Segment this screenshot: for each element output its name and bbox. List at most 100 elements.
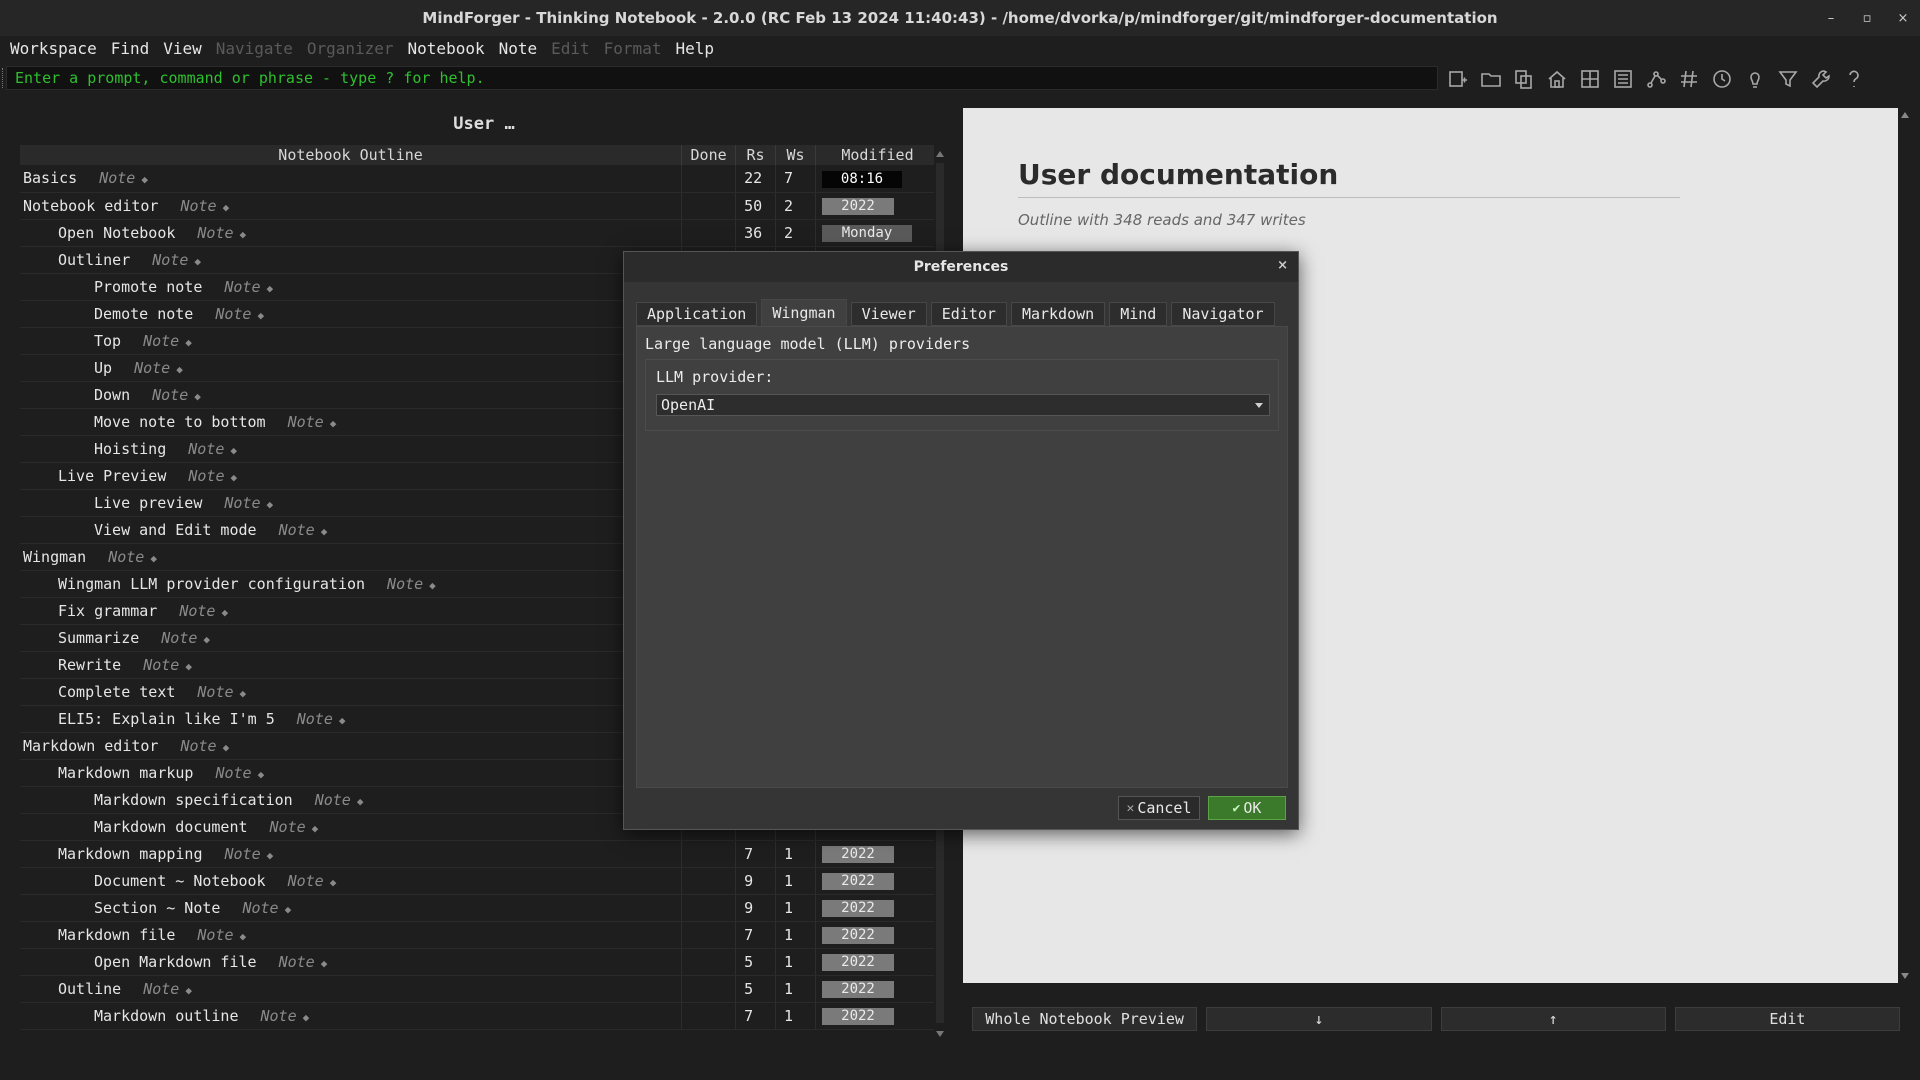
toolbar-grip[interactable] [2,68,5,88]
note-title-cell[interactable]: Markdown file Note ◆ [20,921,683,949]
table-row[interactable]: Markdown mapping Note ◆ 7 1 2022 [20,840,940,868]
home-icon[interactable] [1545,67,1569,91]
note-title-cell[interactable]: Live Preview Note ◆ [20,462,683,490]
table-row[interactable]: Open Notebook Note ◆ 36 2 Monday [20,219,940,247]
note-title-cell[interactable]: Markdown markup Note ◆ [20,759,683,787]
table-row[interactable]: Notebook editor Note ◆ 50 2 2022 [20,192,940,220]
note-title-cell[interactable]: Markdown mapping Note ◆ [20,840,683,868]
tab-mind[interactable]: Mind [1109,302,1168,326]
tab-application[interactable]: Application [636,302,758,326]
note-title-cell[interactable]: Document ~ Notebook Note ◆ [20,867,683,895]
table-row[interactable]: Document ~ Notebook Note ◆ 9 1 2022 [20,867,940,895]
note-title: Document ~ Notebook [94,871,266,890]
note-title-cell[interactable]: Outline Note ◆ [20,975,683,1003]
note-title-cell[interactable]: Up Note ◆ [20,354,683,382]
note-title-cell[interactable]: Notebook editor Note ◆ [20,192,683,220]
scroll-down-icon[interactable] [1901,973,1909,979]
note-title-cell[interactable]: Markdown outline Note ◆ [20,1002,683,1030]
note-title-cell[interactable]: Open Markdown file Note ◆ [20,948,683,976]
close-icon[interactable]: × [1277,258,1288,273]
table-row[interactable]: Basics Note ◆ 22 7 08:16 [20,165,940,193]
column-header-outline[interactable]: Notebook Outline [20,145,683,165]
note-title-cell[interactable]: Wingman Note ◆ [20,543,683,571]
note-title: Move note to bottom [94,412,266,431]
menu-find[interactable]: Find [111,39,150,58]
table-row[interactable]: Open Markdown file Note ◆ 5 1 2022 [20,948,940,976]
note-title-cell[interactable]: Hoisting Note ◆ [20,435,683,463]
grid-icon[interactable] [1578,67,1602,91]
column-header-done[interactable]: Done [681,145,737,165]
note-title-cell[interactable]: Wingman LLM provider configuration Note ◆ [20,570,683,598]
note-title-cell[interactable]: Rewrite Note ◆ [20,651,683,679]
copy-notebooks-icon[interactable] [1512,67,1536,91]
note-title-cell[interactable]: Markdown document Note ◆ [20,813,683,841]
new-note-icon[interactable] [1446,67,1470,91]
note-title-cell[interactable]: Section ~ Note Note ◆ [20,894,683,922]
help-icon[interactable] [1842,67,1866,91]
scroll-up-icon[interactable] [1901,112,1909,118]
note-title-cell[interactable]: ELI5: Explain like I'm 5 Note ◆ [20,705,683,733]
note-title-cell[interactable]: Markdown specification Note ◆ [20,786,683,814]
writes-cell: 1 [775,921,816,949]
column-header-modified[interactable]: Modified [815,145,940,165]
note-title-cell[interactable]: Demote note Note ◆ [20,300,683,328]
note-title-cell[interactable]: Down Note ◆ [20,381,683,409]
menu-view[interactable]: View [163,39,202,58]
cancel-button[interactable]: ✕ Cancel [1118,796,1200,820]
scroll-up-icon[interactable] [936,151,944,157]
list-icon[interactable] [1611,67,1635,91]
note-type-label: Note [215,304,252,323]
table-row[interactable]: Markdown file Note ◆ 7 1 2022 [20,921,940,949]
minimize-icon[interactable]: – [1824,11,1838,26]
note-title-cell[interactable]: Markdown editor Note ◆ [20,732,683,760]
column-header-writes[interactable]: Ws [775,145,816,165]
graph-icon[interactable] [1644,67,1668,91]
tab-wingman[interactable]: Wingman [761,299,847,326]
table-row[interactable]: Outline Note ◆ 5 1 2022 [20,975,940,1003]
menu-note[interactable]: Note [499,39,538,58]
note-title-cell[interactable]: View and Edit mode Note ◆ [20,516,683,544]
filter-icon[interactable] [1776,67,1800,91]
close-window-icon[interactable]: × [1896,11,1910,26]
table-row[interactable]: Markdown outline Note ◆ 7 1 2022 [20,1002,940,1030]
diamond-icon: ◆ [239,227,247,241]
tab-viewer[interactable]: Viewer [850,302,927,326]
whole-notebook-preview-button[interactable]: Whole Notebook Preview [972,1007,1198,1031]
tab-navigator[interactable]: Navigator [1171,302,1275,326]
note-title-cell[interactable]: Outliner Note ◆ [20,246,683,274]
note-title-cell[interactable]: Basics Note ◆ [20,165,683,193]
tab-editor[interactable]: Editor [930,302,1007,326]
tag-icon[interactable] [1677,67,1701,91]
clock-icon[interactable] [1710,67,1734,91]
note-type-label: Note [278,952,315,971]
scroll-up-button[interactable]: ↑ [1440,1007,1666,1031]
scroll-down-icon[interactable] [936,1031,944,1037]
menu-workspace[interactable]: Workspace [10,39,97,58]
wrench-icon[interactable] [1809,67,1833,91]
command-input[interactable] [7,67,1437,89]
note-title-cell[interactable]: Complete text Note ◆ [20,678,683,706]
note-title-cell[interactable]: Move note to bottom Note ◆ [20,408,683,436]
open-folder-icon[interactable] [1479,67,1503,91]
bulb-icon[interactable] [1743,67,1767,91]
note-title-cell[interactable]: Live preview Note ◆ [20,489,683,517]
note-title-cell[interactable]: Summarize Note ◆ [20,624,683,652]
done-cell [681,975,737,1003]
modified-cell: 2022 [815,1002,940,1030]
note-title-cell[interactable]: Open Notebook Note ◆ [20,219,683,247]
tab-markdown[interactable]: Markdown [1010,302,1106,326]
llm-provider-select[interactable]: OpenAI [656,394,1270,416]
preview-scrollbar[interactable] [1899,108,1911,983]
menu-notebook[interactable]: Notebook [408,39,485,58]
column-header-reads[interactable]: Rs [735,145,777,165]
table-row[interactable]: Section ~ Note Note ◆ 9 1 2022 [20,894,940,922]
note-title-cell[interactable]: Top Note ◆ [20,327,683,355]
preview-subtitle: Outline with 348 reads and 347 writes [1018,211,1306,229]
scroll-down-button[interactable]: ↓ [1206,1007,1432,1031]
maximize-icon[interactable]: ▫ [1860,11,1874,26]
note-title-cell[interactable]: Promote note Note ◆ [20,273,683,301]
menu-help[interactable]: Help [675,39,714,58]
edit-button[interactable]: Edit [1674,1007,1900,1031]
note-title-cell[interactable]: Fix grammar Note ◆ [20,597,683,625]
ok-button[interactable]: ✔ OK [1208,796,1286,820]
